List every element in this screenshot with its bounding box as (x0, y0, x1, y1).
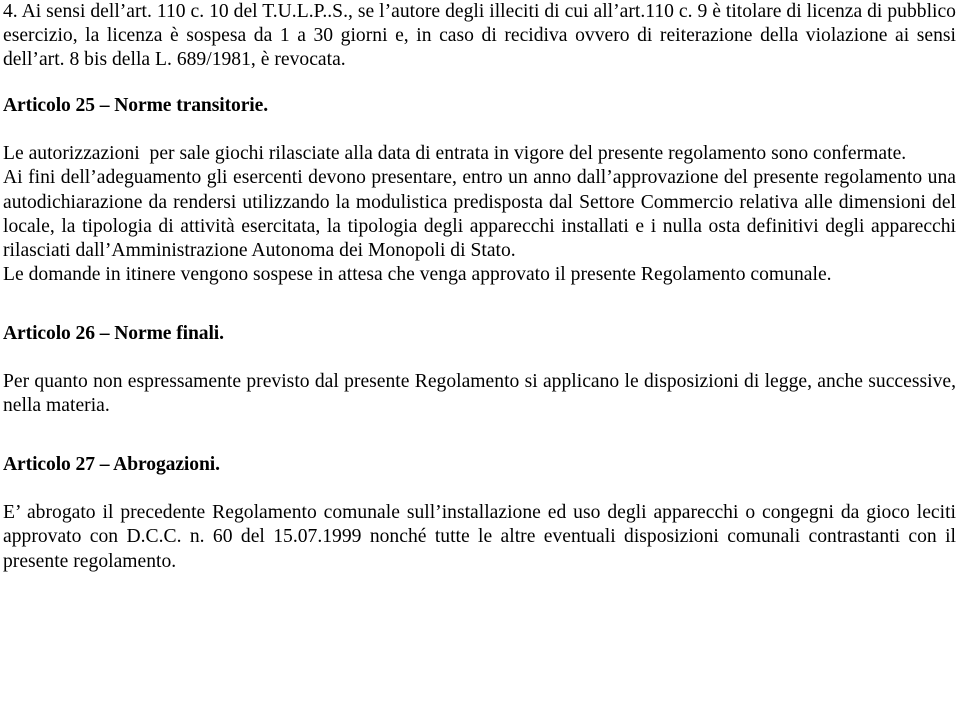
paragraph-clause-4: 4. Ai sensi dell’art. 110 c. 10 del T.U.… (3, 1, 956, 71)
spacer-before-heading-27 (3, 418, 956, 453)
heading-articolo-27: Articolo 27 – Abrogazioni. (3, 454, 220, 476)
spacer-after-heading-25 (3, 118, 956, 142)
paragraph-art26-norme-finali: Per quanto non espressamente previsto da… (3, 371, 956, 417)
paragraph-art25-autorizzazioni: Le autorizzazioni per sale giochi rilasc… (3, 143, 907, 165)
document-page: 4. Ai sensi dell’art. 110 c. 10 del T.U.… (0, 0, 960, 709)
spacer-after-clause-4 (3, 72, 956, 94)
spacer-after-heading-27 (3, 477, 956, 501)
document-body: 4. Ai sensi dell’art. 110 c. 10 del T.U.… (3, 0, 956, 574)
paragraph-art27-abrogazioni: E’ abrogato il precedente Regolamento co… (3, 502, 956, 572)
spacer-after-heading-26 (3, 346, 956, 370)
heading-articolo-26: Articolo 26 – Norme finali. (3, 322, 224, 344)
spacer-before-heading-26 (3, 287, 956, 322)
paragraph-art25-domande-itinere: Le domande in itinere vengono sospese in… (3, 263, 832, 285)
paragraph-art25-adeguamento: Ai fini dell’adeguamento gli esercenti d… (3, 167, 956, 261)
heading-articolo-25: Articolo 25 – Norme transitorie. (3, 95, 269, 117)
